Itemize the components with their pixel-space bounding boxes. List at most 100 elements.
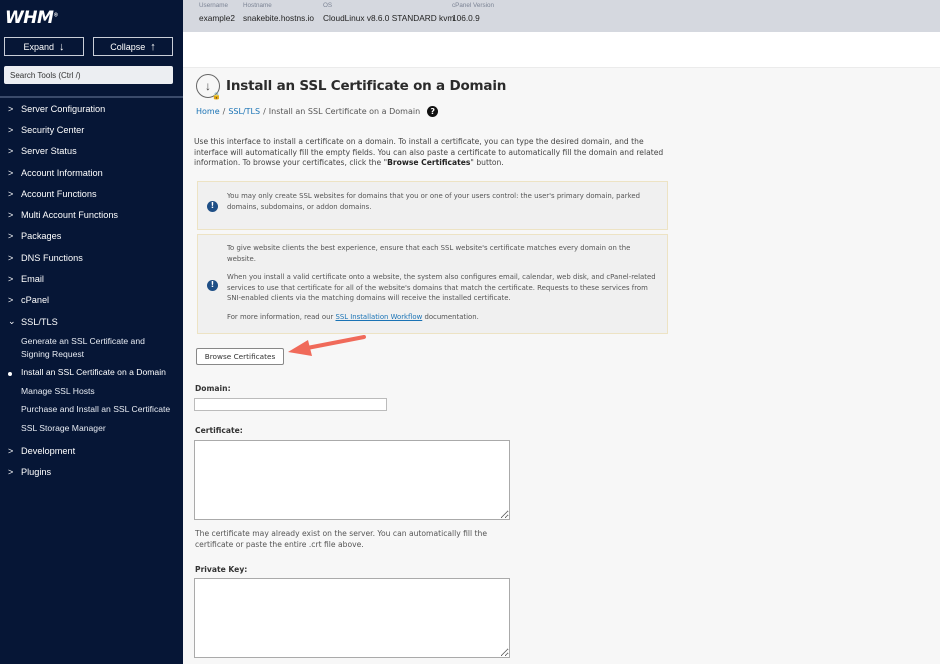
- sidebar-item-cpanel[interactable]: > cPanel: [0, 290, 183, 311]
- sidebar-item-multi-account-functions[interactable]: > Multi Account Functions: [0, 204, 183, 225]
- whm-logo[interactable]: WHM®: [5, 8, 58, 28]
- chevron-right-icon: >: [8, 167, 14, 178]
- sidebar-subitem-install-ssl[interactable]: Install an SSL Certificate on a Domain: [0, 363, 183, 382]
- info-alert-domains: ! You may only create SSL websites for d…: [197, 181, 668, 230]
- alert-text: For more information, read our SSL Insta…: [227, 312, 659, 323]
- info-icon: !: [207, 280, 218, 291]
- sidebar-item-ssl-tls[interactable]: ⌄ SSL/TLS: [0, 311, 183, 332]
- sidebar-item-packages[interactable]: > Packages: [0, 226, 183, 247]
- private-key-textarea[interactable]: [194, 578, 510, 658]
- chevron-right-icon: >: [8, 295, 14, 306]
- sidebar-subitem-label: Install an SSL Certificate on a Domain: [21, 367, 166, 378]
- domain-input[interactable]: [194, 398, 387, 411]
- ssl-installation-workflow-link[interactable]: SSL Installation Workflow: [335, 313, 422, 321]
- alert-text: You may only create SSL websites for dom…: [227, 192, 640, 211]
- cpanel-version-value: 106.0.9: [452, 13, 480, 23]
- sidebar-item-label: cPanel: [21, 295, 50, 306]
- expand-label: Expand: [23, 41, 55, 52]
- cpanel-version-info: cPanel Version 106.0.9: [452, 2, 494, 23]
- sidebar-item-account-functions[interactable]: > Account Functions: [0, 183, 183, 204]
- sidebar: WHM® Expand ↓ Collapse ↑ > Server Configura…: [0, 0, 183, 664]
- ssl-tls-submenu: Generate an SSL Certificate and Signing …: [0, 332, 183, 437]
- breadcrumb-ssl-tls[interactable]: SSL/TLS: [228, 107, 260, 116]
- breadcrumb-separator: /: [263, 107, 266, 116]
- sidebar-item-account-information[interactable]: > Account Information: [0, 162, 183, 183]
- certificate-label: Certificate:: [195, 426, 243, 435]
- expand-button[interactable]: Expand ↓: [4, 37, 84, 56]
- sidebar-item-server-status[interactable]: > Server Status: [0, 141, 183, 162]
- cpanel-version-label: cPanel Version: [452, 2, 495, 9]
- search-tools-input[interactable]: [4, 66, 173, 84]
- private-key-label: Private Key:: [195, 565, 248, 574]
- os-value: CloudLinux v8.6.0 STANDARD kvm: [323, 13, 455, 23]
- domain-label: Domain:: [195, 384, 231, 393]
- alert-text: When you install a valid certificate ont…: [227, 273, 656, 302]
- hostname-info: Hostname snakebite.hostns.io: [243, 2, 314, 23]
- sidebar-item-label: Server Configuration: [21, 103, 106, 114]
- sidebar-item-server-configuration[interactable]: > Server Configuration: [0, 98, 183, 119]
- sidebar-item-label: Email: [21, 274, 44, 285]
- info-alert-best-practice: ! To give website clients the best exper…: [197, 234, 668, 334]
- username-info: Username example2: [199, 2, 235, 23]
- install-ssl-icon: ↓ 🔒: [196, 74, 221, 100]
- sidebar-item-label: SSL/TLS: [21, 316, 58, 327]
- breadcrumb-current: Install an SSL Certificate on a Domain: [268, 107, 421, 116]
- sidebar-item-label: Multi Account Functions: [21, 210, 119, 221]
- collapse-label: Collapse: [110, 41, 146, 52]
- browse-certificates-button[interactable]: Browse Certificates: [196, 348, 284, 365]
- alert-text: To give website clients the best experie…: [227, 244, 631, 263]
- lock-icon: 🔒: [212, 93, 221, 100]
- server-info-bar: Username example2 Hostname snakebite.hos…: [183, 0, 940, 32]
- sidebar-item-label: Account Functions: [21, 188, 97, 199]
- os-label: OS: [323, 2, 333, 9]
- sidebar-item-label: Server Status: [21, 146, 77, 157]
- chevron-right-icon: >: [8, 124, 14, 135]
- annotation-arrow-icon: [288, 335, 366, 356]
- sidebar-item-development[interactable]: > Development: [0, 440, 183, 461]
- certificate-help-text: The certificate may already exist on the…: [195, 529, 488, 549]
- active-indicator-icon: [8, 372, 12, 377]
- sidebar-item-label: Packages: [21, 231, 62, 242]
- header-band: [183, 32, 940, 68]
- hostname-label: Hostname: [243, 2, 272, 9]
- intro-text: Use this interface to install a certific…: [194, 137, 664, 169]
- chevron-right-icon: >: [8, 231, 14, 242]
- alert-text-start: For more information, read our: [227, 312, 336, 321]
- sidebar-item-security-center[interactable]: > Security Center: [0, 119, 183, 140]
- sidebar-subitem-purchase-install-ssl[interactable]: Purchase and Install an SSL Certificate: [0, 400, 183, 419]
- sidebar-subitem-ssl-storage-manager[interactable]: SSL Storage Manager: [0, 419, 183, 438]
- sidebar-item-label: Plugins: [21, 467, 52, 478]
- chevron-right-icon: >: [8, 252, 14, 263]
- intro-text-bold: Browse Certificates: [387, 158, 471, 168]
- username-label: Username: [199, 2, 229, 9]
- info-icon: !: [207, 201, 218, 212]
- certificate-textarea[interactable]: [194, 440, 510, 520]
- sidebar-item-email[interactable]: > Email: [0, 268, 183, 289]
- sidebar-subitem-manage-ssl-hosts[interactable]: Manage SSL Hosts: [0, 382, 183, 401]
- logo-text: WHM: [5, 8, 54, 28]
- collapse-button[interactable]: Collapse ↑: [93, 37, 173, 56]
- chevron-right-icon: >: [8, 274, 14, 285]
- username-value: example2: [199, 13, 235, 23]
- chevron-right-icon: >: [8, 103, 14, 114]
- breadcrumb-separator: /: [222, 107, 226, 116]
- sidebar-item-label: Security Center: [21, 124, 85, 135]
- sidebar-item-label: Development: [21, 445, 76, 456]
- intro-text-end: " button.: [470, 158, 504, 168]
- sidebar-item-plugins[interactable]: > Plugins: [0, 462, 183, 483]
- sidebar-item-label: Account Information: [21, 167, 103, 178]
- breadcrumb-home[interactable]: Home: [196, 107, 220, 116]
- sidebar-item-label: DNS Functions: [21, 252, 83, 263]
- os-info: OS CloudLinux v8.6.0 STANDARD kvm: [323, 2, 454, 23]
- chevron-right-icon: >: [8, 467, 14, 478]
- breadcrumb: Home / SSL/TLS / Install an SSL Certificat…: [196, 106, 439, 117]
- sidebar-nav: > Server Configuration > Security Center >…: [0, 98, 183, 483]
- arrow-up-icon: ↑: [150, 40, 156, 53]
- sidebar-item-dns-functions[interactable]: > DNS Functions: [0, 247, 183, 268]
- alert-text-end: documentation.: [422, 312, 479, 321]
- help-icon[interactable]: ?: [427, 106, 439, 117]
- hostname-value: snakebite.hostns.io: [243, 13, 315, 23]
- page-title: Install an SSL Certificate on a Domain: [226, 78, 507, 94]
- sidebar-subitem-generate-ssl-csr[interactable]: Generate an SSL Certificate and Signing …: [0, 332, 183, 363]
- chevron-right-icon: >: [8, 445, 14, 456]
